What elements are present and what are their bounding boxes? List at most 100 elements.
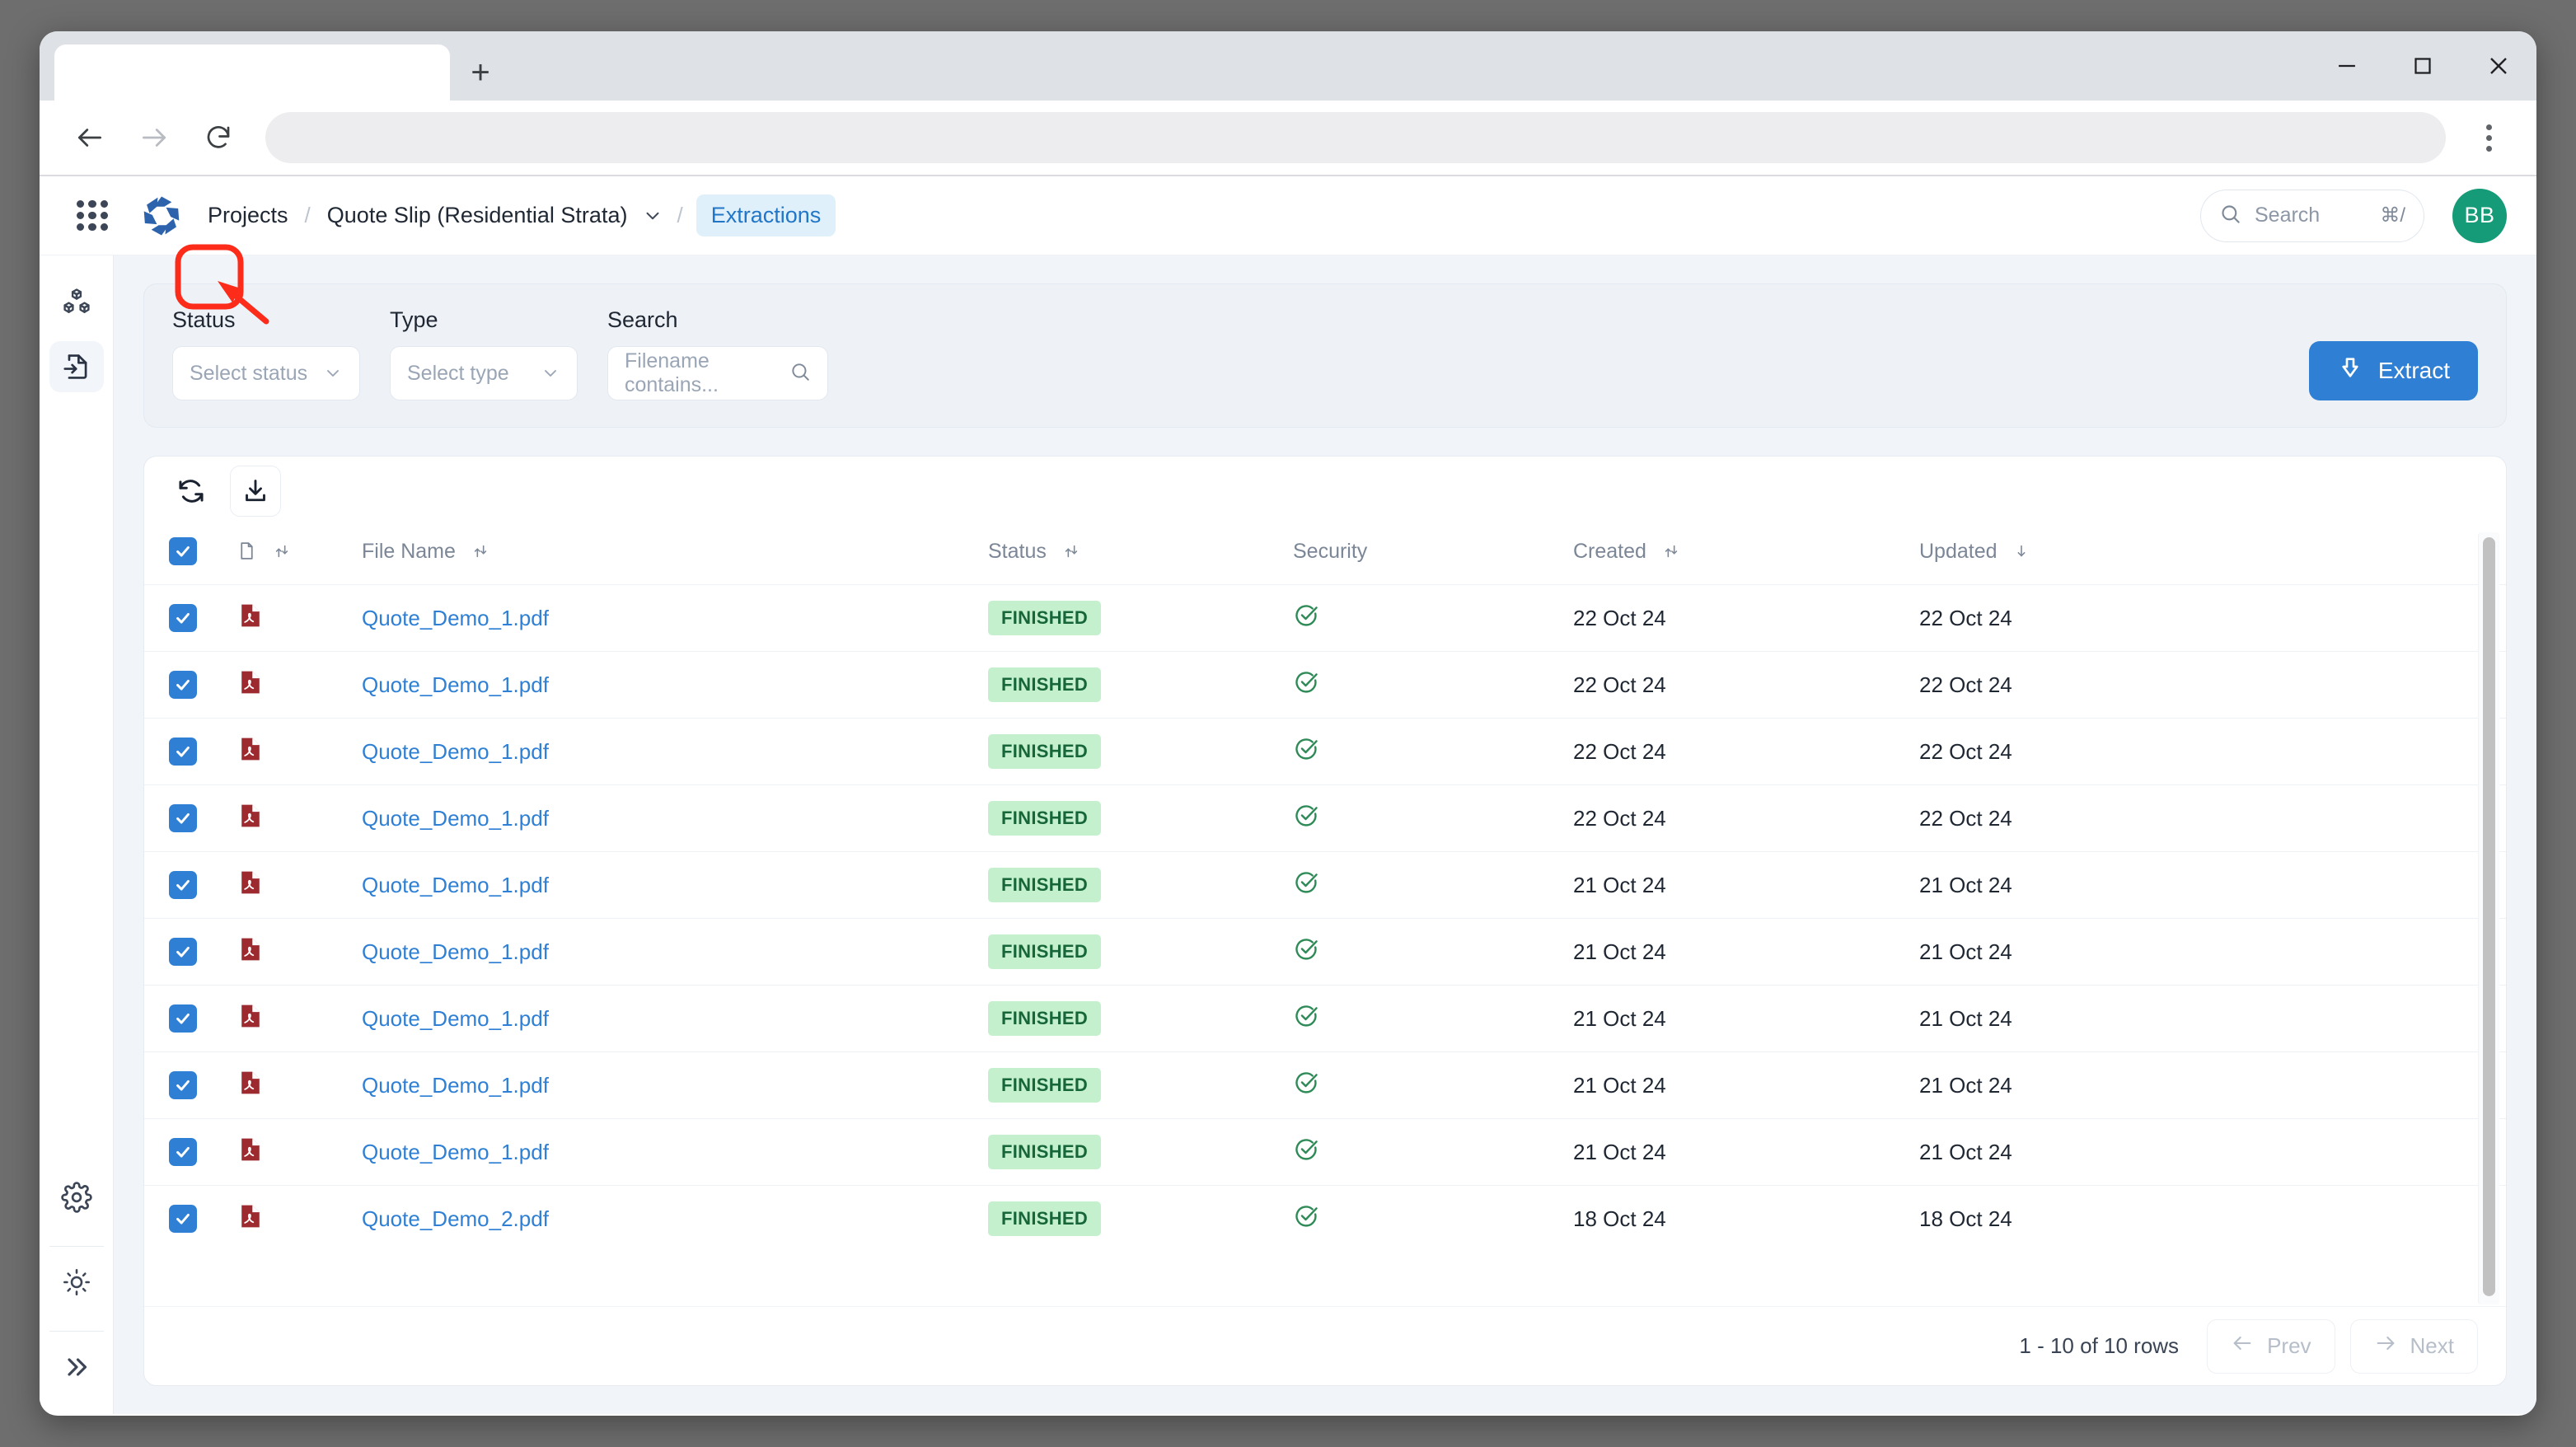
row-checkbox[interactable] xyxy=(169,1205,197,1233)
cell-select xyxy=(144,919,237,986)
sidebar-item-settings[interactable] xyxy=(49,1172,104,1223)
status-select[interactable]: Select status xyxy=(172,346,360,400)
table-toolbar xyxy=(144,457,2506,526)
file-name-link[interactable]: Quote_Demo_1.pdf xyxy=(362,606,549,630)
new-tab-button[interactable]: + xyxy=(450,44,511,101)
file-name-link[interactable]: Quote_Demo_1.pdf xyxy=(362,1140,549,1164)
file-name-link[interactable]: Quote_Demo_2.pdf xyxy=(362,1206,549,1231)
row-checkbox[interactable] xyxy=(169,671,197,699)
table-row[interactable]: Quote_Demo_1.pdfFINISHED22 Oct 2422 Oct … xyxy=(144,652,2506,719)
reload-button[interactable] xyxy=(186,105,251,170)
sort-icon-both xyxy=(1062,542,1080,560)
row-checkbox[interactable] xyxy=(169,1004,197,1033)
sidebar-item-projects[interactable] xyxy=(49,277,104,328)
chevron-down-icon[interactable] xyxy=(642,205,663,227)
status-badge: FINISHED xyxy=(988,1068,1101,1103)
security-verified-icon xyxy=(1293,1136,1319,1163)
sidebar-item-extractions[interactable] xyxy=(49,341,104,392)
breadcrumb: Projects / Quote Slip (Residential Strat… xyxy=(204,194,836,236)
cell-file-type xyxy=(237,1119,362,1186)
close-button[interactable] xyxy=(2461,31,2536,101)
maximize-button[interactable] xyxy=(2385,31,2461,101)
updated-date: 22 Oct 24 xyxy=(1919,739,2012,764)
table-row[interactable]: Quote_Demo_1.pdfFINISHED21 Oct 2421 Oct … xyxy=(144,919,2506,986)
table-scrollbar[interactable] xyxy=(2478,532,2499,1304)
file-name-link[interactable]: Quote_Demo_1.pdf xyxy=(362,1006,549,1031)
table-row[interactable]: Quote_Demo_1.pdfFINISHED21 Oct 2421 Oct … xyxy=(144,1119,2506,1186)
table-row[interactable]: Quote_Demo_2.pdfFINISHED18 Oct 2418 Oct … xyxy=(144,1186,2506,1253)
row-checkbox[interactable] xyxy=(169,604,197,632)
th-created[interactable]: Created xyxy=(1573,526,1919,585)
status-select-value: Select status xyxy=(190,362,315,386)
aperture-logo-icon[interactable] xyxy=(138,193,185,239)
breadcrumb-extractions[interactable]: Extractions xyxy=(696,194,836,236)
th-file-type[interactable] xyxy=(237,526,362,585)
row-checkbox[interactable] xyxy=(169,804,197,832)
global-search-input[interactable]: Search ⌘/ xyxy=(2200,190,2424,242)
minimize-button[interactable] xyxy=(2309,31,2385,101)
sidebar-item-theme[interactable] xyxy=(49,1257,104,1308)
row-count-label: 1 - 10 of 10 rows xyxy=(2019,1333,2179,1359)
type-select[interactable]: Select type xyxy=(390,346,578,400)
table-row[interactable]: Quote_Demo_1.pdfFINISHED22 Oct 2422 Oct … xyxy=(144,719,2506,785)
global-search-placeholder: Search xyxy=(2255,204,2367,227)
forward-button[interactable] xyxy=(122,105,186,170)
arrow-left-icon xyxy=(2231,1332,2254,1360)
cell-select xyxy=(144,585,237,652)
extract-button[interactable]: Extract xyxy=(2309,341,2478,400)
filename-search-input[interactable]: Filename contains... xyxy=(607,346,828,400)
th-file-name-label: File Name xyxy=(362,540,456,563)
table-row[interactable]: Quote_Demo_1.pdfFINISHED21 Oct 2421 Oct … xyxy=(144,852,2506,919)
created-date: 22 Oct 24 xyxy=(1573,672,1666,697)
status-filter: Status Select status xyxy=(172,307,360,400)
file-name-link[interactable]: Quote_Demo_1.pdf xyxy=(362,672,549,697)
created-date: 22 Oct 24 xyxy=(1573,606,1666,630)
select-all-checkbox[interactable] xyxy=(169,537,197,565)
table-row[interactable]: Quote_Demo_1.pdfFINISHED21 Oct 2421 Oct … xyxy=(144,986,2506,1052)
table-row[interactable]: Quote_Demo_1.pdfFINISHED22 Oct 2422 Oct … xyxy=(144,785,2506,852)
refresh-button[interactable] xyxy=(166,466,217,517)
row-checkbox[interactable] xyxy=(169,938,197,966)
cell-security xyxy=(1293,986,1573,1052)
file-name-link[interactable]: Quote_Demo_1.pdf xyxy=(362,939,549,964)
row-checkbox[interactable] xyxy=(169,1071,197,1099)
table-row[interactable]: Quote_Demo_1.pdfFINISHED21 Oct 2421 Oct … xyxy=(144,1052,2506,1119)
breadcrumb-projects[interactable]: Projects xyxy=(204,198,292,233)
sidebar-expand-button[interactable] xyxy=(49,1342,104,1393)
th-created-label: Created xyxy=(1573,540,1646,563)
cell-updated: 22 Oct 24 xyxy=(1919,652,2506,719)
th-status[interactable]: Status xyxy=(988,526,1293,585)
file-name-link[interactable]: Quote_Demo_1.pdf xyxy=(362,739,549,764)
next-page-button[interactable]: Next xyxy=(2350,1319,2478,1374)
chevron-double-right-icon xyxy=(62,1352,91,1382)
web-app: Projects / Quote Slip (Residential Strat… xyxy=(40,176,2536,1414)
download-button[interactable] xyxy=(230,466,281,517)
apps-grid-icon[interactable] xyxy=(69,193,115,239)
chevron-down-icon xyxy=(541,363,560,383)
th-file-name[interactable]: File Name xyxy=(362,526,988,585)
cell-select xyxy=(144,986,237,1052)
url-bar[interactable] xyxy=(265,112,2446,163)
prev-page-button[interactable]: Prev xyxy=(2207,1319,2335,1374)
back-button[interactable] xyxy=(58,105,122,170)
security-verified-icon xyxy=(1293,736,1319,762)
row-checkbox[interactable] xyxy=(169,871,197,899)
file-name-link[interactable]: Quote_Demo_1.pdf xyxy=(362,873,549,897)
file-name-link[interactable]: Quote_Demo_1.pdf xyxy=(362,1073,549,1098)
browser-tab[interactable] xyxy=(54,44,450,101)
file-name-link[interactable]: Quote_Demo_1.pdf xyxy=(362,806,549,831)
row-checkbox[interactable] xyxy=(169,738,197,766)
breadcrumb-separator: / xyxy=(305,203,311,228)
th-updated[interactable]: Updated xyxy=(1919,526,2506,585)
table-scrollbar-thumb[interactable] xyxy=(2483,537,2495,1296)
updated-date: 21 Oct 24 xyxy=(1919,1006,2012,1031)
breadcrumb-project[interactable]: Quote Slip (Residential Strata) xyxy=(324,198,631,233)
search-icon xyxy=(789,361,811,386)
avatar[interactable]: BB xyxy=(2452,189,2507,243)
refresh-icon xyxy=(176,476,206,506)
extractions-table: File Name Status xyxy=(144,526,2506,1253)
table-row[interactable]: Quote_Demo_1.pdfFINISHED22 Oct 2422 Oct … xyxy=(144,585,2506,652)
sidebar-divider xyxy=(49,1246,104,1247)
browser-menu-button[interactable] xyxy=(2464,105,2513,170)
row-checkbox[interactable] xyxy=(169,1138,197,1166)
